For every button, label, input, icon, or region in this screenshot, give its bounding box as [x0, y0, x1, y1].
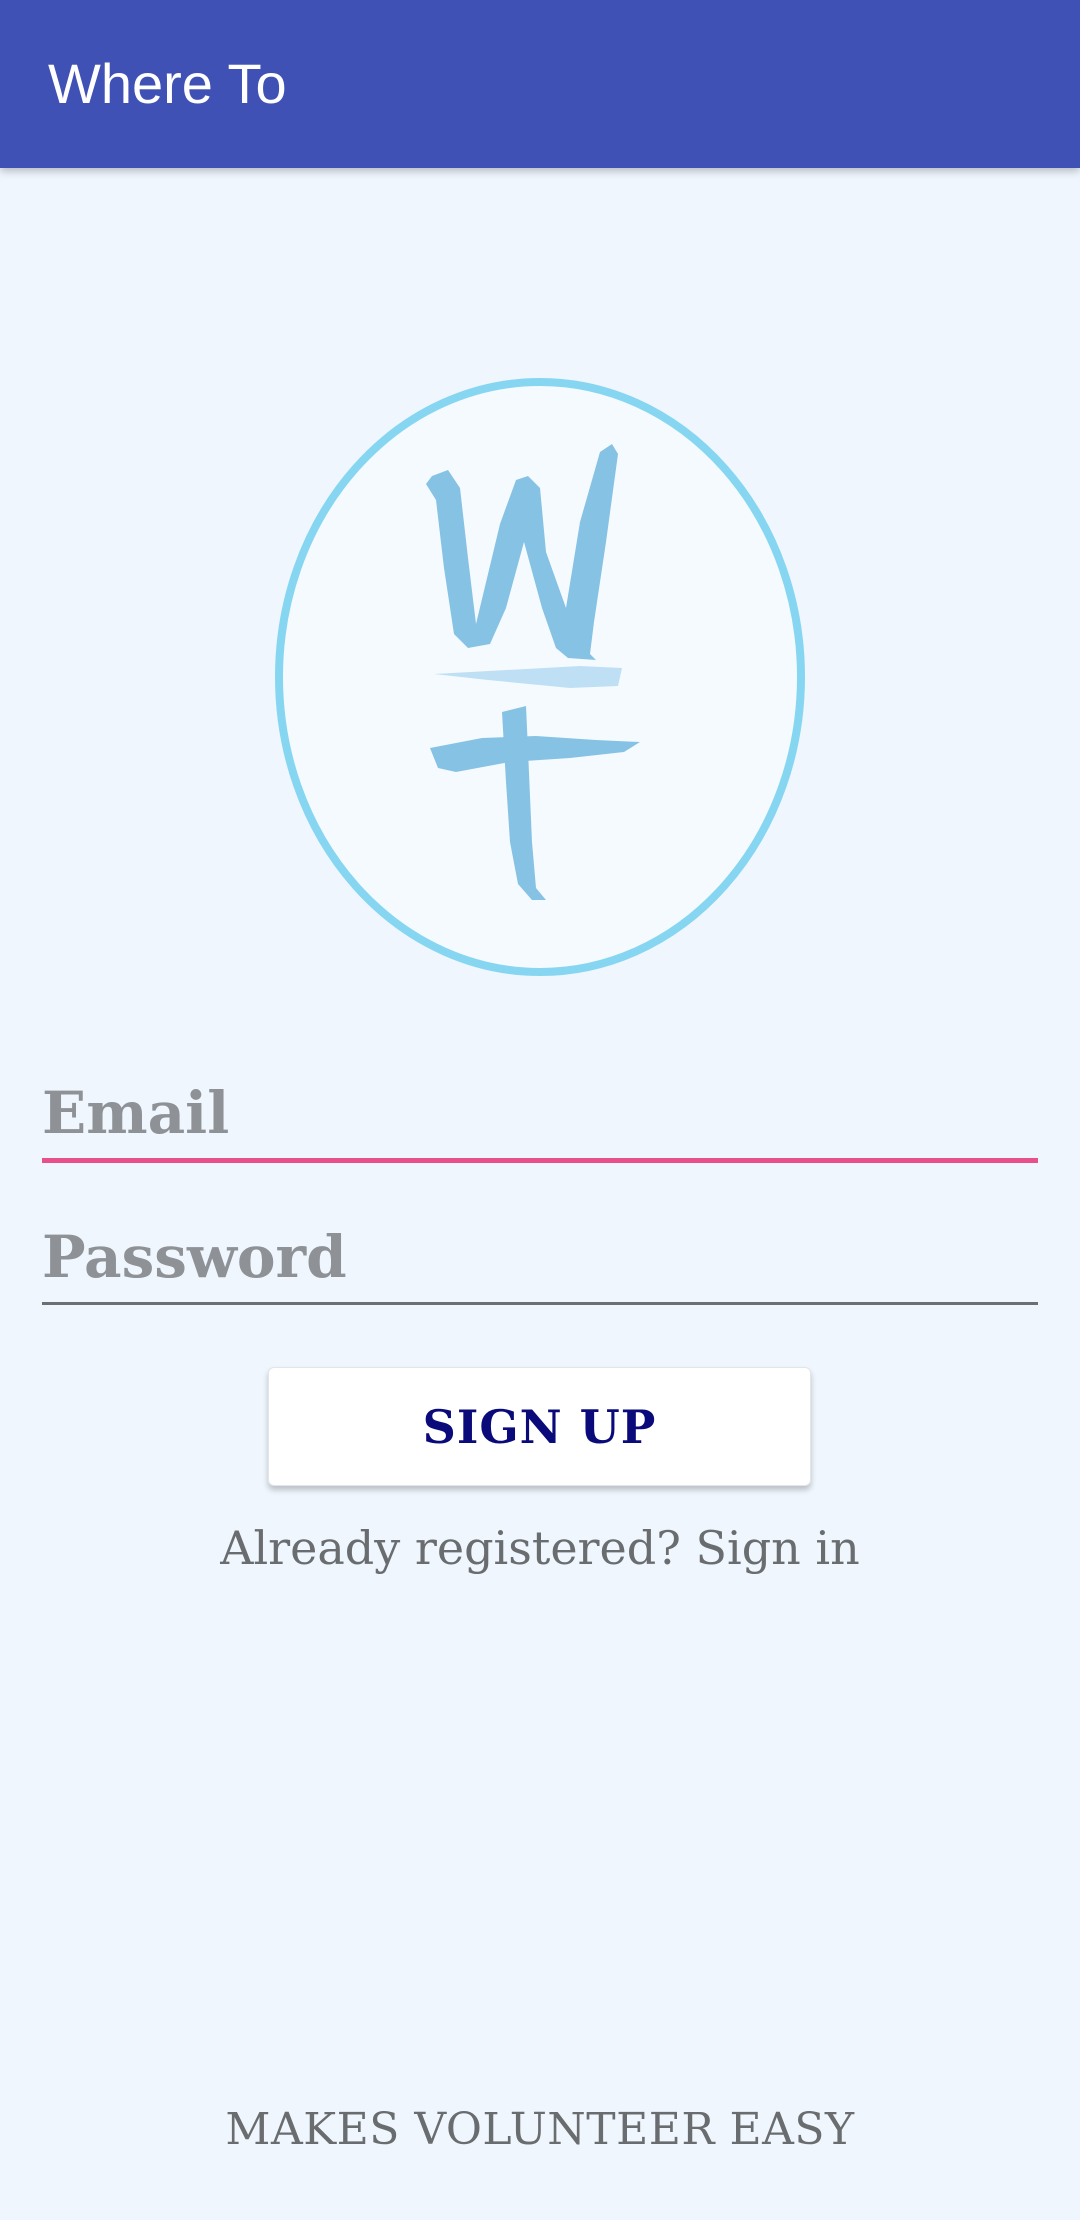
wt-logo-icon	[270, 372, 810, 982]
signin-link[interactable]: Already registered? Sign in	[0, 1518, 1080, 1578]
password-input[interactable]	[42, 1212, 1038, 1302]
app-bar: Where To	[0, 0, 1080, 168]
password-field-container	[42, 1212, 1038, 1305]
password-underline	[42, 1302, 1038, 1305]
tagline: MAKES VOLUNTEER EASY	[225, 2104, 855, 2155]
signup-button-label: SIGN UP	[422, 1399, 657, 1454]
email-field-container	[42, 1068, 1038, 1163]
signup-button[interactable]: SIGN UP	[268, 1367, 811, 1486]
app-title: Where To	[48, 52, 287, 115]
email-input[interactable]	[42, 1068, 1038, 1158]
email-underline	[42, 1158, 1038, 1163]
